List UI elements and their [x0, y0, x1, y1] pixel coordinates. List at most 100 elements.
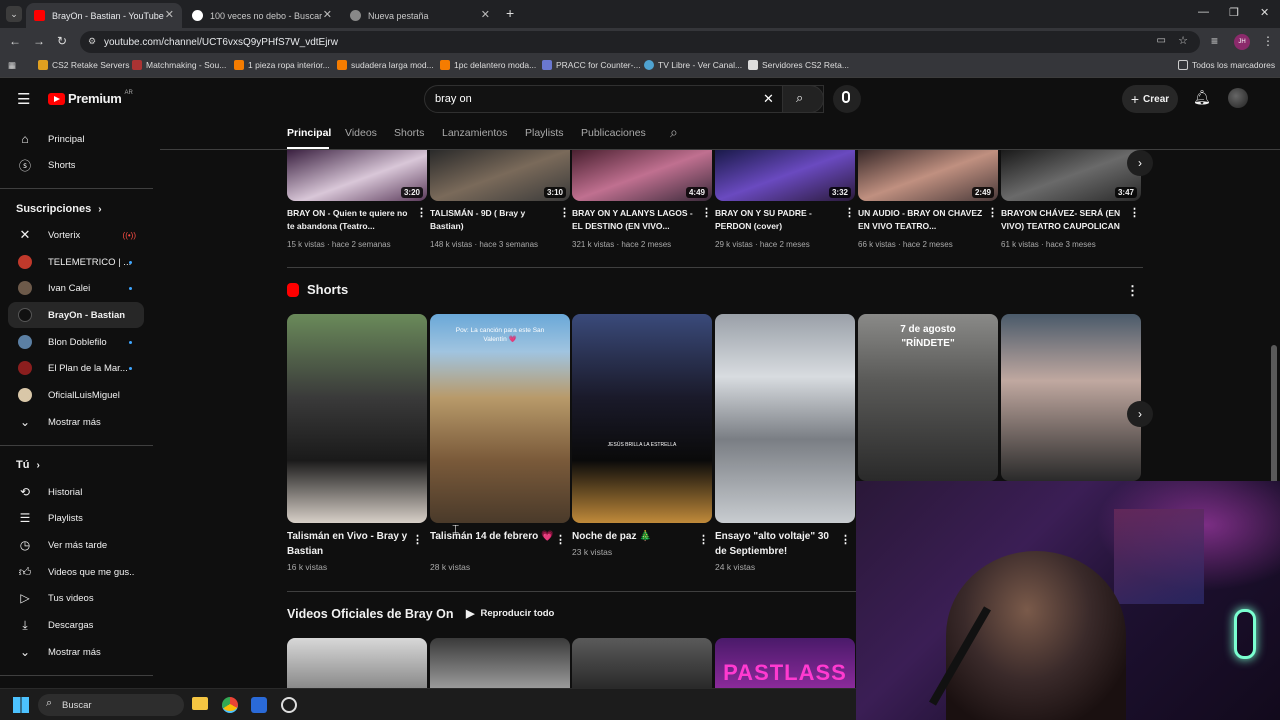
voice-search-button[interactable]	[833, 85, 861, 113]
sidebar-item-blon-doblefilo[interactable]: Blon Doblefilo	[8, 329, 144, 355]
clear-search-icon[interactable]: ✕	[763, 91, 774, 107]
video-thumbnail[interactable]: 3:47	[1001, 150, 1141, 201]
bookmark-item[interactable]: TV Libre - Ver Canal...	[644, 60, 742, 70]
sidebar-item-your-videos[interactable]: ▷ Tus videos	[8, 585, 144, 611]
all-bookmarks-folder[interactable]: Todos los marcadores	[1178, 60, 1275, 70]
bookmark-item[interactable]: Servidores CS2 Reta...	[748, 60, 849, 70]
close-tab-icon[interactable]: ✕	[165, 8, 174, 21]
video-thumbnail[interactable]: 3:10	[430, 150, 570, 201]
forward-icon[interactable]: →	[33, 34, 45, 48]
video-thumbnail[interactable]	[287, 638, 427, 688]
bookmark-star-icon[interactable]: ☆	[1178, 34, 1188, 47]
cast-icon[interactable]: ▭	[1157, 35, 1166, 46]
sidebar-item-brayon-bastian[interactable]: BrayOn - Bastian	[8, 302, 144, 328]
create-button[interactable]: + Crear	[1122, 85, 1178, 113]
notifications-bell-icon[interactable]: 🔔︎	[1193, 89, 1211, 106]
short-thumbnail[interactable]: JESÚS BRILLA LA ESTRELLA	[572, 314, 712, 523]
video-menu-icon[interactable]: ⋮	[416, 206, 427, 219]
video-thumbnail[interactable]: 2:49	[858, 150, 998, 201]
sidebar-item-luismiguel[interactable]: OficialLuisMiguel	[8, 382, 144, 408]
short-title[interactable]: Talismán 14 de febrero 💗	[430, 529, 556, 544]
profile-avatar[interactable]: JH	[1234, 34, 1250, 50]
video-thumbnail[interactable]: 3:20	[287, 150, 427, 201]
address-bar[interactable]: ⚙ youtube.com/channel/UCT6vxsQ9yPHfS7W_v…	[80, 31, 1200, 53]
carousel-next-button[interactable]: ›	[1127, 401, 1153, 427]
account-avatar[interactable]	[1228, 88, 1248, 108]
video-title[interactable]: BRAY ON - Quien te quiere no te abandona…	[287, 207, 413, 234]
close-window-icon[interactable]: ✕	[1260, 6, 1269, 19]
video-title[interactable]: UN AUDIO - BRAY ON CHAVEZ EN VIVO TEATRO…	[858, 207, 984, 234]
new-tab-icon[interactable]: +	[506, 5, 514, 21]
video-title[interactable]: BRAY ON Y SU PADRE - PERDON (cover)	[715, 207, 841, 234]
short-title[interactable]: Ensayo "alto voltaje" 30 de Septiembre!	[715, 529, 841, 559]
sidebar-item-playlists[interactable]: ☰ Playlists	[8, 505, 144, 531]
taskbar-search-input[interactable]: ⌕ Buscar	[38, 694, 184, 716]
bookmark-item[interactable]: PRACC for Counter-...	[542, 60, 641, 70]
youtube-premium-logo[interactable]: Premium AR	[48, 90, 133, 106]
short-menu-icon[interactable]: ⋮	[840, 533, 851, 546]
play-all-button[interactable]: ▶ Reproducir todo	[466, 607, 554, 620]
restore-icon[interactable]: ❐	[1229, 6, 1239, 19]
app-taskbar-icon[interactable]	[251, 697, 267, 713]
search-input[interactable]: bray on ✕	[424, 85, 824, 113]
bookmark-item[interactable]: sudadera larga mod...	[337, 60, 434, 70]
page-scrollbar[interactable]	[1271, 345, 1277, 485]
bookmark-item[interactable]: 1 pieza ropa interior...	[234, 60, 330, 70]
video-title[interactable]: BRAYON CHÁVEZ- SERÁ (EN VIVO) TEATRO CAU…	[1001, 207, 1127, 234]
short-menu-icon[interactable]: ⋮	[555, 533, 566, 546]
video-thumbnail[interactable]: PASTLASS	[715, 638, 855, 688]
chrome-menu-icon[interactable]: ⋮	[1262, 34, 1274, 48]
chrome-taskbar-icon[interactable]	[222, 697, 238, 713]
sidebar-show-more-subs[interactable]: ⌄ Mostrar más	[8, 409, 144, 435]
carousel-next-button[interactable]: ›	[1127, 150, 1153, 176]
subscriptions-heading[interactable]: Suscripciones ›	[16, 203, 102, 215]
reload-icon[interactable]: ↻	[57, 34, 67, 48]
sidebar-item-telemetrico[interactable]: TELEMETRICO | ...	[8, 249, 144, 275]
short-thumbnail[interactable]	[1001, 314, 1141, 481]
you-heading[interactable]: Tú ›	[16, 459, 40, 471]
short-menu-icon[interactable]: ⋮	[412, 533, 423, 546]
short-title[interactable]: Talismán en Vivo - Bray y Bastian	[287, 529, 413, 559]
browser-tab-google[interactable]: 100 veces no debo - Buscar con G ✕	[184, 3, 340, 28]
video-thumbnail[interactable]: 3:32	[715, 150, 855, 201]
video-thumbnail[interactable]	[430, 638, 570, 688]
short-thumbnail[interactable]	[715, 314, 855, 523]
sidebar-item-principal[interactable]: ⌂ Principal	[8, 126, 144, 152]
bookmark-item[interactable]: 1pc delantero moda...	[440, 60, 536, 70]
short-thumbnail[interactable]: Pov: La canción para este San Valentín 💗	[430, 314, 570, 523]
video-menu-icon[interactable]: ⋮	[987, 206, 998, 219]
short-menu-icon[interactable]: ⋮	[698, 533, 709, 546]
tab-videos[interactable]: Videos	[345, 127, 377, 139]
video-menu-icon[interactable]: ⋮	[1129, 206, 1140, 219]
media-control-icon[interactable]: ≡	[1211, 34, 1218, 48]
video-title[interactable]: BRAY ON Y ALANYS LAGOS - EL DESTINO (EN …	[572, 207, 698, 234]
video-thumbnail[interactable]: 4:49	[572, 150, 712, 201]
search-button[interactable]: ⌕	[782, 85, 824, 113]
close-tab-icon[interactable]: ✕	[481, 8, 490, 21]
video-title[interactable]: TALISMÁN - 9D ( Bray y Bastian)	[430, 207, 556, 234]
sidebar-item-historial[interactable]: ⟲ Historial	[8, 479, 144, 505]
browser-tab-new[interactable]: Nueva pestaña ✕	[342, 3, 498, 28]
video-menu-icon[interactable]: ⋮	[701, 206, 712, 219]
bookmark-item[interactable]: CS2 Retake Servers	[38, 60, 129, 70]
video-menu-icon[interactable]: ⋮	[844, 206, 855, 219]
minimize-icon[interactable]: —	[1198, 6, 1209, 18]
hamburger-menu-icon[interactable]: ☰	[17, 90, 30, 108]
sidebar-item-ivan-calei[interactable]: Ivan Calei	[8, 275, 144, 301]
sidebar-item-downloads[interactable]: ⤓ Descargas	[8, 612, 144, 638]
short-thumbnail[interactable]: 7 de agosto "RÍNDETE"	[858, 314, 998, 481]
tab-playlists[interactable]: Playlists	[525, 127, 564, 139]
sidebar-item-vorterix[interactable]: ✕ Vorterix ((•))	[8, 222, 144, 248]
video-menu-icon[interactable]: ⋮	[559, 206, 570, 219]
short-thumbnail[interactable]	[287, 314, 427, 523]
sidebar-item-watch-later[interactable]: ◷ Ver más tarde	[8, 532, 144, 558]
obs-taskbar-icon[interactable]	[281, 697, 297, 713]
sidebar-item-el-plan[interactable]: El Plan de la Mar...	[8, 355, 144, 381]
sidebar-item-liked-videos[interactable]: 👍︎ Videos que me gus...	[8, 559, 144, 585]
tab-principal[interactable]: Principal	[287, 127, 331, 139]
apps-icon[interactable]: ▦	[8, 60, 16, 71]
tab-lanzamientos[interactable]: Lanzamientos	[442, 127, 507, 139]
tab-shorts[interactable]: Shorts	[394, 127, 424, 139]
tab-publicaciones[interactable]: Publicaciones	[581, 127, 646, 139]
shorts-menu-icon[interactable]: ⋮	[1126, 283, 1139, 299]
